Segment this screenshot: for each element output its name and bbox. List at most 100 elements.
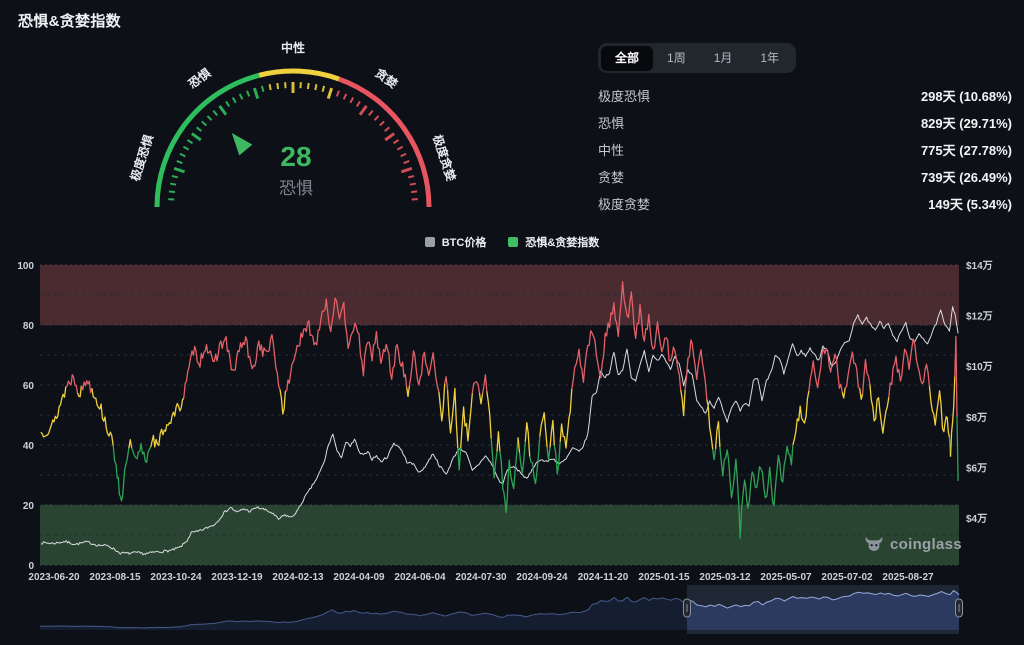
y-left-tick: 100 (17, 261, 34, 272)
gauge-scale-label: 恐惧 (185, 65, 213, 91)
range-tabs: 全部 1周 1月 1年 (598, 43, 796, 73)
x-axis-tick: 2025-08-27 (882, 572, 934, 583)
gauge-tick (385, 127, 390, 131)
stat-row-extreme-fear: 极度恐惧 298天 (10.68%) (598, 82, 1012, 109)
gauge-tick (308, 83, 309, 89)
fear-greed-line (497, 432, 500, 452)
gauge-tick (174, 168, 184, 171)
y-left-tick: 40 (23, 441, 35, 452)
fear-greed-line (957, 417, 958, 482)
fear-greed-line (713, 449, 716, 460)
gauge-tick (397, 147, 402, 150)
gauge-tick (270, 84, 271, 90)
x-axis-tick: 2024-04-09 (333, 572, 385, 583)
fear-greed-line (458, 448, 461, 470)
gauge-scale-label: 中性 (281, 40, 305, 55)
gauge-tick (197, 127, 202, 131)
fear-greed-line (863, 360, 870, 395)
x-axis-tick: 2024-11-20 (578, 572, 629, 583)
y-right-tick: $14万 (966, 260, 993, 272)
fear-greed-line (78, 386, 82, 397)
x-axis-tick: 2024-09-24 (516, 572, 568, 583)
stat-value: 298天 (10.68%) (921, 86, 1012, 105)
tab-1y[interactable]: 1年 (746, 46, 793, 71)
stats-list: 极度恐惧 298天 (10.68%) 恐惧 829天 (29.71%) 中性 7… (598, 82, 1012, 217)
gauge-tick (180, 154, 185, 157)
fear-greed-line (129, 440, 132, 449)
fear-greed-line (554, 442, 560, 474)
fear-greed-line (407, 386, 410, 397)
y-right-tick: $8万 (966, 412, 987, 424)
fear-greed-line (448, 388, 458, 448)
legend-item-fgi[interactable]: 恐惧&贪婪指数 (508, 234, 599, 250)
gauge-tick (337, 91, 339, 97)
fear-greed-line (530, 436, 540, 483)
fear-greed-line (472, 382, 479, 394)
fear-greed-line (889, 339, 930, 397)
x-axis-tick: 2025-03-12 (699, 572, 751, 583)
gauge-tick (277, 83, 278, 89)
fear-greed-line (66, 375, 78, 393)
coinglass-ox-icon (864, 534, 884, 554)
gauge-tick (393, 140, 398, 143)
y-right-tick: $6万 (966, 462, 987, 474)
x-axis-tick: 2025-07-02 (821, 572, 873, 583)
chart-legend: BTC价格 恐惧&贪婪指数 (0, 234, 1024, 250)
stat-value: 829天 (29.71%) (921, 113, 1012, 132)
fear-greed-line (445, 377, 448, 390)
x-axis-tick: 2023-12-19 (211, 572, 263, 583)
gauge-tick (207, 116, 211, 120)
fear-greed-line (480, 393, 483, 404)
fear-greed-line (547, 447, 550, 459)
x-axis-tick: 2024-06-04 (394, 572, 446, 583)
page-title: 恐惧&贪婪指数 (18, 10, 121, 31)
gauge-tick (408, 176, 414, 177)
gauge-tick (323, 86, 324, 92)
y-left-tick: 20 (23, 501, 35, 512)
gauge-scale-label: 极度恐惧 (127, 133, 156, 183)
gauge-tick (357, 101, 360, 106)
tab-1m[interactable]: 1月 (700, 46, 747, 71)
legend-item-btc[interactable]: BTC价格 (425, 234, 487, 250)
fear-greed-line (681, 390, 685, 416)
gauge-tick (177, 161, 183, 163)
gauge-tick (404, 161, 410, 163)
gauge-tick (328, 88, 331, 98)
gauge-tick (192, 134, 201, 140)
tab-1w[interactable]: 1周 (653, 46, 700, 71)
tab-all[interactable]: 全部 (601, 46, 653, 71)
fear-greed-line (520, 442, 526, 474)
gauge-tick (401, 154, 406, 157)
gauge-arc-segment (259, 71, 339, 79)
stat-row-extreme-greed: 极度贪婪 149天 (5.34%) (598, 190, 1012, 217)
gauge-tick (401, 168, 411, 171)
fear-greed-line (461, 394, 473, 449)
fear-greed-line (113, 446, 129, 501)
fear-greed-page: 恐惧&贪婪指数 极度恐惧恐惧中性贪婪极度贪婪28恐惧 全部 1周 1月 1年 极… (0, 0, 1024, 645)
gauge-scale-label: 极度贪婪 (430, 133, 459, 183)
stat-value: 149天 (5.34%) (928, 194, 1012, 213)
stat-label: 中性 (598, 140, 624, 159)
stat-row-fear: 恐惧 829天 (29.71%) (598, 109, 1012, 136)
x-axis-tick: 2024-07-30 (455, 572, 507, 583)
navigator-svg[interactable] (0, 584, 1024, 636)
gauge-tick (202, 121, 206, 125)
gauge-tick (350, 97, 353, 102)
fear-greed-line (500, 437, 518, 512)
gauge-scale-label: 贪婪 (372, 64, 401, 91)
gauge-tick (385, 134, 394, 140)
fear-greed-line (81, 381, 92, 393)
gauge-tick (187, 140, 192, 143)
fear-greed-line (151, 398, 184, 447)
x-axis-tick: 2025-01-15 (638, 572, 690, 583)
stat-value: 775天 (27.78%) (921, 140, 1012, 159)
fear-greed-line (483, 375, 487, 394)
x-axis-tick: 2024-02-13 (272, 572, 324, 583)
fear-greed-line (707, 399, 713, 449)
fear-greed-line (132, 443, 151, 462)
y-right-tick: $12万 (966, 311, 993, 323)
stat-label: 极度恐惧 (598, 86, 650, 105)
stat-label: 极度贪婪 (598, 194, 650, 213)
stat-label: 恐惧 (598, 113, 624, 132)
coinglass-watermark: coinglass (864, 534, 962, 554)
